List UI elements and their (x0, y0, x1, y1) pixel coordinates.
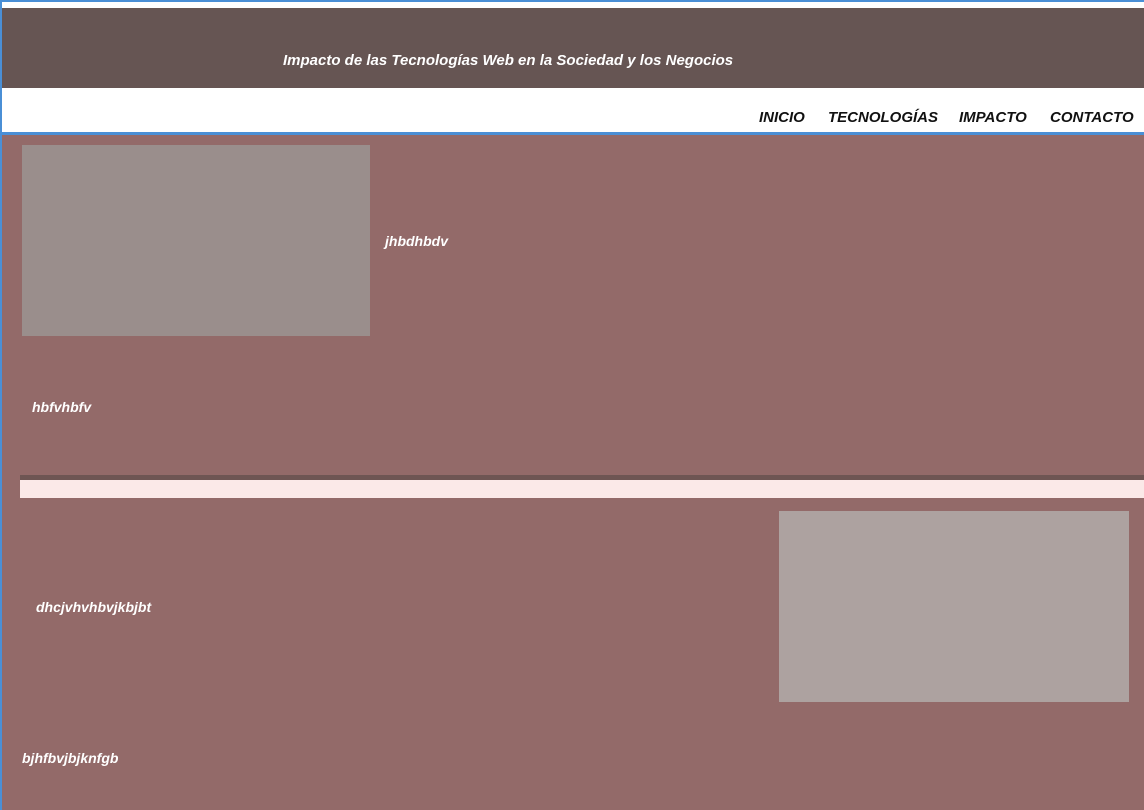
section-2-text: bjhfbvjbjknfgb (22, 750, 119, 766)
image-placeholder-2 (779, 511, 1129, 702)
page-frame: Impacto de las Tecnologías Web en la Soc… (0, 0, 1144, 810)
main-content: jhbdhbdv hbfvhbfv dhcjvhvhbvjkbjbt bjhfb… (2, 135, 1144, 810)
nav-item-impacto[interactable]: IMPACTO (959, 109, 1027, 126)
section-divider-band (20, 480, 1144, 498)
nav-item-inicio[interactable]: INICIO (759, 109, 805, 126)
main-nav: INICIO TECNOLOGÍAS IMPACTO CONTACTO (2, 88, 1144, 135)
section-2-caption: dhcjvhvhbvjkbjbt (36, 599, 152, 615)
nav-item-contacto[interactable]: CONTACTO (1050, 109, 1134, 126)
section-1-caption: jhbdhbdv (385, 233, 448, 249)
nav-item-tecnologias[interactable]: TECNOLOGÍAS (828, 109, 938, 126)
site-title: Impacto de las Tecnologías Web en la Soc… (283, 52, 734, 69)
site-header: Impacto de las Tecnologías Web en la Soc… (2, 8, 1144, 88)
section-1-text: hbfvhbfv (32, 399, 92, 415)
image-placeholder-1 (22, 145, 370, 336)
